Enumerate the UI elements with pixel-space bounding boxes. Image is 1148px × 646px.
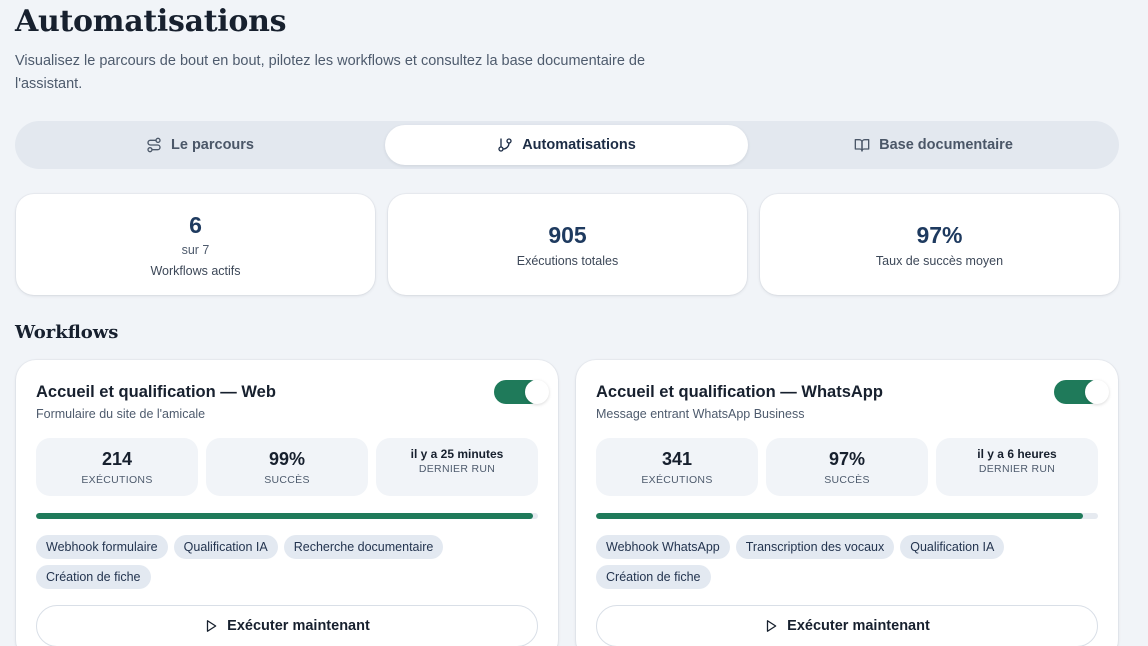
step-chip: Transcription des vocaux xyxy=(735,535,895,559)
step-chip: Création de fiche xyxy=(596,565,711,589)
tab-automatisations[interactable]: Automatisations xyxy=(385,125,748,165)
workflow-enabled-toggle[interactable] xyxy=(1054,380,1109,404)
step-chip: Création de fiche xyxy=(36,565,151,589)
stat-sub: sur 7 xyxy=(181,242,210,257)
workflow-enabled-toggle[interactable] xyxy=(494,380,549,404)
stat-value: 6 xyxy=(189,211,202,238)
run-now-button[interactable]: Exécuter maintenant xyxy=(36,605,538,646)
metric-executions: 341 EXÉCUTIONS xyxy=(596,438,758,496)
run-now-button[interactable]: Exécuter maintenant xyxy=(596,605,1098,646)
stat-card-total-executions: 905 Exécutions totales xyxy=(388,194,747,295)
metric-value: 97% xyxy=(828,448,866,469)
workflow-card-whatsapp: Accueil et qualification — WhatsApp Mess… xyxy=(576,360,1118,646)
metric-value: 99% xyxy=(268,448,306,469)
tab-base-documentaire[interactable]: Base documentaire xyxy=(752,125,1115,165)
tab-label: Le parcours xyxy=(171,137,254,153)
tab-le-parcours[interactable]: Le parcours xyxy=(19,125,381,165)
play-icon xyxy=(207,620,217,632)
stat-value: 97% xyxy=(916,221,963,248)
stat-label: Workflows actifs xyxy=(150,263,241,278)
toggle-knob xyxy=(525,380,549,404)
workflow-trigger: Message entrant WhatsApp Business xyxy=(596,407,805,421)
step-chip: Recherche documentaire xyxy=(283,535,444,559)
run-now-label: Exécuter maintenant xyxy=(227,618,370,634)
step-chip: Webhook formulaire xyxy=(36,535,168,559)
route-icon xyxy=(147,137,161,153)
run-now-label: Exécuter maintenant xyxy=(787,618,930,634)
metric-success: 99% SUCCÈS xyxy=(206,438,368,496)
metric-label: SUCCÈS xyxy=(824,473,870,486)
progress-fill xyxy=(596,513,1083,519)
metric-label: EXÉCUTIONS xyxy=(641,473,713,486)
metric-value: 214 xyxy=(101,448,133,469)
step-chips: Webhook WhatsApp Transcription des vocau… xyxy=(596,535,1098,589)
workflow-title: Accueil et qualification — WhatsApp xyxy=(596,383,883,401)
metric-last-run: il y a 25 minutes DERNIER RUN xyxy=(376,438,538,496)
tab-label: Base documentaire xyxy=(879,137,1013,153)
stat-label: Exécutions totales xyxy=(516,253,619,268)
tab-label: Automatisations xyxy=(522,137,636,153)
stat-card-success-rate: 97% Taux de succès moyen xyxy=(760,194,1119,295)
success-progress-bar xyxy=(596,513,1098,519)
toggle-knob xyxy=(1085,380,1109,404)
success-progress-bar xyxy=(36,513,538,519)
book-open-icon xyxy=(854,139,870,152)
metric-value: 341 xyxy=(661,448,693,469)
step-chip: Qualification IA xyxy=(900,535,1005,559)
workflow-title: Accueil et qualification — Web xyxy=(36,383,276,401)
metric-label: SUCCÈS xyxy=(264,473,310,486)
step-chips: Webhook formulaire Qualification IA Rech… xyxy=(36,535,538,589)
section-title: Workflows xyxy=(15,322,119,343)
metric-label: DERNIER RUN xyxy=(978,463,1056,475)
page-subtitle: Visualisez le parcours de bout en bout, … xyxy=(15,53,646,92)
workflow-card-web: Accueil et qualification — Web Formulair… xyxy=(16,360,558,646)
metric-label: DERNIER RUN xyxy=(418,463,496,475)
git-branch-icon xyxy=(498,138,512,152)
tab-bar: Le parcours Automatisations Base documen… xyxy=(15,121,1119,169)
play-icon xyxy=(767,620,777,632)
page-title: Automatisations xyxy=(15,4,287,39)
metric-success: 97% SUCCÈS xyxy=(766,438,928,496)
stat-card-active-workflows: 6 sur 7 Workflows actifs xyxy=(16,194,375,295)
metric-executions: 214 EXÉCUTIONS xyxy=(36,438,198,496)
metric-value: il y a 6 heures xyxy=(977,447,1057,461)
metric-last-run: il y a 6 heures DERNIER RUN xyxy=(936,438,1098,496)
stat-value: 905 xyxy=(548,221,587,248)
stat-label: Taux de succès moyen xyxy=(875,253,1004,268)
step-chip: Qualification IA xyxy=(173,535,278,559)
metric-value: il y a 25 minutes xyxy=(410,447,504,461)
workflow-trigger: Formulaire du site de l'amicale xyxy=(36,407,206,421)
metric-label: EXÉCUTIONS xyxy=(81,473,153,486)
progress-fill xyxy=(36,513,533,519)
step-chip: Webhook WhatsApp xyxy=(596,535,730,559)
